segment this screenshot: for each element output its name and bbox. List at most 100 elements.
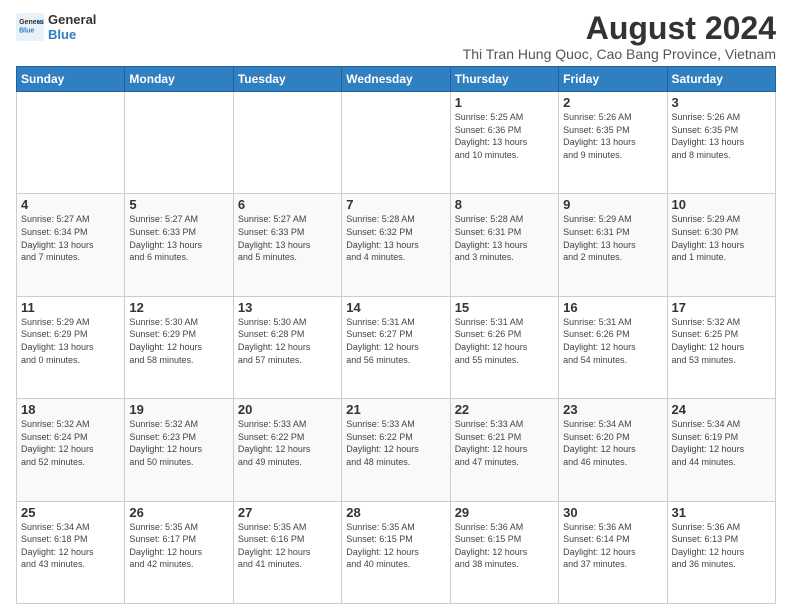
cell-w2-d4: 7Sunrise: 5:28 AM Sunset: 6:32 PM Daylig… [342,194,450,296]
day-info: Sunrise: 5:35 AM Sunset: 6:17 PM Dayligh… [129,521,228,571]
day-info: Sunrise: 5:35 AM Sunset: 6:15 PM Dayligh… [346,521,445,571]
day-info: Sunrise: 5:25 AM Sunset: 6:36 PM Dayligh… [455,111,554,161]
day-number: 3 [672,95,771,110]
cell-w1-d4 [342,92,450,194]
week-row-3: 11Sunrise: 5:29 AM Sunset: 6:29 PM Dayli… [17,296,776,398]
cell-w4-d5: 22Sunrise: 5:33 AM Sunset: 6:21 PM Dayli… [450,399,558,501]
day-info: Sunrise: 5:31 AM Sunset: 6:26 PM Dayligh… [563,316,662,366]
header-thursday: Thursday [450,67,558,92]
day-number: 26 [129,505,228,520]
day-number: 21 [346,402,445,417]
day-info: Sunrise: 5:35 AM Sunset: 6:16 PM Dayligh… [238,521,337,571]
header: General Blue General Blue August 2024 Th… [16,12,776,62]
cell-w4-d4: 21Sunrise: 5:33 AM Sunset: 6:22 PM Dayli… [342,399,450,501]
day-info: Sunrise: 5:31 AM Sunset: 6:26 PM Dayligh… [455,316,554,366]
cell-w1-d7: 3Sunrise: 5:26 AM Sunset: 6:35 PM Daylig… [667,92,775,194]
day-info: Sunrise: 5:36 AM Sunset: 6:13 PM Dayligh… [672,521,771,571]
day-info: Sunrise: 5:30 AM Sunset: 6:28 PM Dayligh… [238,316,337,366]
cell-w4-d3: 20Sunrise: 5:33 AM Sunset: 6:22 PM Dayli… [233,399,341,501]
day-number: 22 [455,402,554,417]
header-wednesday: Wednesday [342,67,450,92]
day-number: 19 [129,402,228,417]
day-number: 12 [129,300,228,315]
day-number: 23 [563,402,662,417]
header-tuesday: Tuesday [233,67,341,92]
cell-w5-d3: 27Sunrise: 5:35 AM Sunset: 6:16 PM Dayli… [233,501,341,603]
day-number: 2 [563,95,662,110]
day-number: 13 [238,300,337,315]
cell-w2-d5: 8Sunrise: 5:28 AM Sunset: 6:31 PM Daylig… [450,194,558,296]
day-number: 10 [672,197,771,212]
day-number: 31 [672,505,771,520]
logo-text: General Blue [48,12,96,42]
day-info: Sunrise: 5:33 AM Sunset: 6:22 PM Dayligh… [346,418,445,468]
day-info: Sunrise: 5:32 AM Sunset: 6:24 PM Dayligh… [21,418,120,468]
day-number: 17 [672,300,771,315]
day-number: 20 [238,402,337,417]
cell-w2-d2: 5Sunrise: 5:27 AM Sunset: 6:33 PM Daylig… [125,194,233,296]
day-info: Sunrise: 5:26 AM Sunset: 6:35 PM Dayligh… [672,111,771,161]
day-number: 24 [672,402,771,417]
day-number: 25 [21,505,120,520]
cell-w1-d3 [233,92,341,194]
header-saturday: Saturday [667,67,775,92]
cell-w3-d2: 12Sunrise: 5:30 AM Sunset: 6:29 PM Dayli… [125,296,233,398]
day-number: 9 [563,197,662,212]
day-info: Sunrise: 5:26 AM Sunset: 6:35 PM Dayligh… [563,111,662,161]
cell-w1-d1 [17,92,125,194]
week-row-1: 1Sunrise: 5:25 AM Sunset: 6:36 PM Daylig… [17,92,776,194]
day-info: Sunrise: 5:29 AM Sunset: 6:29 PM Dayligh… [21,316,120,366]
week-row-5: 25Sunrise: 5:34 AM Sunset: 6:18 PM Dayli… [17,501,776,603]
day-number: 11 [21,300,120,315]
day-info: Sunrise: 5:33 AM Sunset: 6:21 PM Dayligh… [455,418,554,468]
week-row-2: 4Sunrise: 5:27 AM Sunset: 6:34 PM Daylig… [17,194,776,296]
header-monday: Monday [125,67,233,92]
day-info: Sunrise: 5:29 AM Sunset: 6:30 PM Dayligh… [672,213,771,263]
day-info: Sunrise: 5:27 AM Sunset: 6:33 PM Dayligh… [238,213,337,263]
day-info: Sunrise: 5:28 AM Sunset: 6:32 PM Dayligh… [346,213,445,263]
week-row-4: 18Sunrise: 5:32 AM Sunset: 6:24 PM Dayli… [17,399,776,501]
cell-w3-d1: 11Sunrise: 5:29 AM Sunset: 6:29 PM Dayli… [17,296,125,398]
day-number: 7 [346,197,445,212]
cell-w4-d2: 19Sunrise: 5:32 AM Sunset: 6:23 PM Dayli… [125,399,233,501]
cell-w5-d5: 29Sunrise: 5:36 AM Sunset: 6:15 PM Dayli… [450,501,558,603]
cell-w3-d6: 16Sunrise: 5:31 AM Sunset: 6:26 PM Dayli… [559,296,667,398]
main-title: August 2024 [463,12,776,44]
day-number: 4 [21,197,120,212]
cell-w2-d1: 4Sunrise: 5:27 AM Sunset: 6:34 PM Daylig… [17,194,125,296]
day-info: Sunrise: 5:27 AM Sunset: 6:33 PM Dayligh… [129,213,228,263]
day-number: 18 [21,402,120,417]
page: General Blue General Blue August 2024 Th… [0,0,792,612]
header-sunday: Sunday [17,67,125,92]
day-info: Sunrise: 5:36 AM Sunset: 6:14 PM Dayligh… [563,521,662,571]
calendar-header-row: Sunday Monday Tuesday Wednesday Thursday… [17,67,776,92]
title-block: August 2024 Thi Tran Hung Quoc, Cao Bang… [463,12,776,62]
cell-w3-d5: 15Sunrise: 5:31 AM Sunset: 6:26 PM Dayli… [450,296,558,398]
cell-w5-d1: 25Sunrise: 5:34 AM Sunset: 6:18 PM Dayli… [17,501,125,603]
day-number: 28 [346,505,445,520]
day-info: Sunrise: 5:29 AM Sunset: 6:31 PM Dayligh… [563,213,662,263]
cell-w1-d6: 2Sunrise: 5:26 AM Sunset: 6:35 PM Daylig… [559,92,667,194]
header-friday: Friday [559,67,667,92]
svg-text:Blue: Blue [19,27,34,34]
cell-w5-d6: 30Sunrise: 5:36 AM Sunset: 6:14 PM Dayli… [559,501,667,603]
day-number: 30 [563,505,662,520]
cell-w2-d3: 6Sunrise: 5:27 AM Sunset: 6:33 PM Daylig… [233,194,341,296]
logo-icon: General Blue [16,13,44,41]
cell-w1-d5: 1Sunrise: 5:25 AM Sunset: 6:36 PM Daylig… [450,92,558,194]
day-number: 16 [563,300,662,315]
day-number: 6 [238,197,337,212]
day-number: 8 [455,197,554,212]
day-info: Sunrise: 5:34 AM Sunset: 6:20 PM Dayligh… [563,418,662,468]
cell-w1-d2 [125,92,233,194]
cell-w2-d6: 9Sunrise: 5:29 AM Sunset: 6:31 PM Daylig… [559,194,667,296]
day-number: 27 [238,505,337,520]
day-info: Sunrise: 5:27 AM Sunset: 6:34 PM Dayligh… [21,213,120,263]
day-number: 1 [455,95,554,110]
cell-w5-d4: 28Sunrise: 5:35 AM Sunset: 6:15 PM Dayli… [342,501,450,603]
cell-w2-d7: 10Sunrise: 5:29 AM Sunset: 6:30 PM Dayli… [667,194,775,296]
day-number: 14 [346,300,445,315]
calendar-table: Sunday Monday Tuesday Wednesday Thursday… [16,66,776,604]
subtitle: Thi Tran Hung Quoc, Cao Bang Province, V… [463,46,776,62]
cell-w5-d7: 31Sunrise: 5:36 AM Sunset: 6:13 PM Dayli… [667,501,775,603]
